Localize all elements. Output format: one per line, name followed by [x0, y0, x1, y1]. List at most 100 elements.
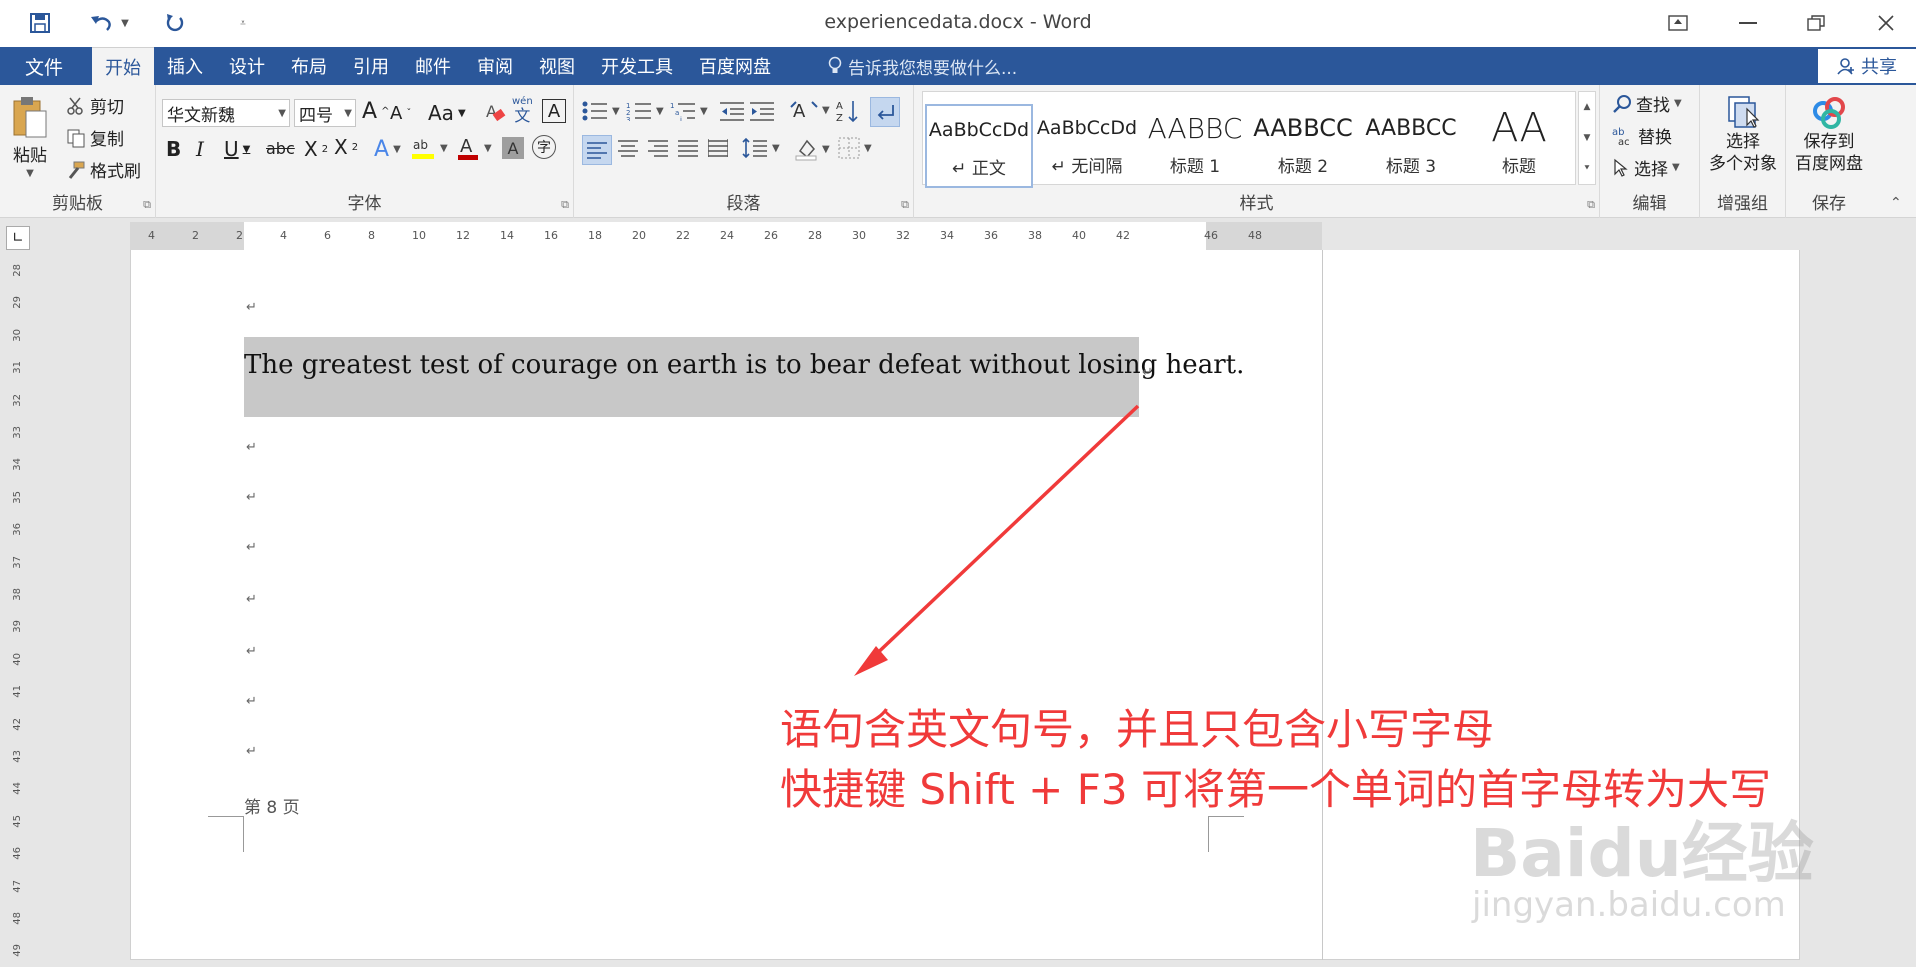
font-name-combo[interactable]: 华文新魏 ▼ — [162, 99, 290, 127]
align-right-icon[interactable] — [648, 139, 668, 157]
format-painter-button[interactable]: 格式刷 — [66, 157, 141, 182]
copy-button[interactable]: 复制 — [66, 125, 124, 150]
tab-view[interactable]: 视图 — [526, 47, 588, 85]
style-normal[interactable]: AaBbCcDd ↵ 正文 — [925, 104, 1033, 188]
sort-icon[interactable]: AZ — [836, 99, 860, 123]
style-no-spacing-name: ↵ 无间隔 — [1051, 157, 1123, 177]
superscript-icon[interactable]: X2 — [334, 135, 358, 159]
highlight-color-icon[interactable]: ab ▼ — [410, 135, 448, 161]
style-heading-1[interactable]: AABBC 标题 1 — [1141, 104, 1249, 188]
select-multiple-objects-button[interactable]: 选择 多个对象 — [1704, 93, 1782, 175]
italic-icon[interactable]: I — [196, 137, 204, 161]
align-center-icon[interactable] — [618, 139, 638, 157]
phonetic-guide-icon[interactable]: wén 文 — [512, 95, 533, 124]
line-spacing-icon[interactable]: ▼ — [742, 137, 780, 159]
clipboard-launcher-icon[interactable]: ⧉ — [143, 198, 151, 212]
style-no-spacing[interactable]: AaBbCcDd ↵ 无间隔 — [1033, 104, 1141, 188]
chinese-layout-icon[interactable]: A ▼ — [790, 99, 830, 121]
distributed-icon[interactable] — [708, 139, 728, 157]
borders-icon[interactable]: ▼ — [838, 137, 872, 159]
tab-developer[interactable]: 开发工具 — [588, 47, 686, 85]
font-color-icon[interactable]: A ▼ — [456, 135, 492, 161]
tab-baidu-netdisk[interactable]: 百度网盘 — [686, 47, 784, 85]
paragraph-mark: ↵ — [246, 592, 257, 607]
ribbon-display-icon[interactable] — [1658, 6, 1698, 40]
document-sentence[interactable]: The greatest test of courage on earth is… — [244, 350, 1244, 380]
font-name-dropdown-icon[interactable]: ▼ — [278, 108, 286, 119]
minimize-icon[interactable] — [1728, 6, 1768, 40]
font-launcher-icon[interactable]: ⧉ — [561, 198, 569, 212]
style-gallery-scroll[interactable]: ▲ ▼ ⯆ — [1578, 91, 1596, 185]
grow-font-icon[interactable]: A ^ — [362, 99, 389, 124]
ruler-tick-label: 43 — [12, 750, 23, 763]
ribbon-tab-bar: 文件 开始 插入 设计 布局 引用 邮件 审阅 视图 开发工具 百度网盘 告诉我… — [0, 47, 1916, 85]
change-case-icon[interactable]: Aa ▼ — [428, 101, 466, 125]
close-icon[interactable] — [1866, 6, 1906, 40]
crop-mark — [1208, 816, 1244, 852]
tab-home[interactable]: 开始 — [92, 47, 154, 85]
paragraph-mark: ↵ — [246, 300, 257, 315]
decrease-indent-icon[interactable] — [720, 101, 744, 121]
ruler-tick-label: 18 — [588, 229, 602, 242]
ruler-tick-label: 34 — [940, 229, 954, 242]
underline-icon[interactable]: U ▼ — [224, 137, 250, 161]
font-size-dropdown-icon[interactable]: ▼ — [344, 108, 352, 119]
tab-selector-icon[interactable]: ∟ — [6, 226, 30, 250]
replace-button[interactable]: ab ac 替换 — [1612, 123, 1672, 149]
restore-icon[interactable] — [1796, 6, 1836, 40]
cursor-arrow-icon — [1612, 158, 1630, 178]
paragraph-launcher-icon[interactable]: ⧉ — [901, 198, 909, 212]
show-formatting-marks-icon[interactable] — [870, 97, 900, 127]
tab-references[interactable]: 引用 — [340, 47, 402, 85]
styles-launcher-icon[interactable]: ⧉ — [1587, 198, 1595, 212]
collapse-ribbon-icon[interactable]: ⌃ — [1890, 195, 1902, 211]
increase-indent-icon[interactable] — [750, 101, 774, 121]
scroll-up-icon[interactable]: ▲ — [1584, 102, 1591, 112]
style-title[interactable]: AA 标题 — [1465, 104, 1573, 188]
gallery-more-icon[interactable]: ⯆ — [1583, 164, 1590, 174]
bold-icon[interactable]: B — [166, 137, 181, 161]
tab-design[interactable]: 设计 — [216, 47, 278, 85]
numbering-icon[interactable]: 1 2 3 ▼ — [626, 101, 664, 121]
strikethrough-icon[interactable]: abc — [266, 139, 295, 158]
save-line1: 保存到 — [1803, 132, 1855, 152]
paragraph-group: ▼ 1 2 3 ▼ 1 a i ▼ A ▼ AZ ▼ ▼ ▼ 段落 ⧉ — [574, 85, 914, 218]
select-button[interactable]: 选择 ▼ — [1612, 155, 1680, 180]
paste-button[interactable]: 粘贴 ▼ — [10, 95, 50, 179]
font-size-combo[interactable]: 四号 ▼ — [294, 99, 356, 127]
text-effects-icon[interactable]: A ▼ — [374, 137, 401, 162]
ruler-tick-label: 6 — [324, 229, 331, 242]
tab-review[interactable]: 审阅 — [464, 47, 526, 85]
character-shading-icon[interactable]: A — [502, 137, 524, 159]
multilevel-list-icon[interactable]: 1 a i ▼ — [670, 101, 708, 121]
svg-text:a: a — [675, 109, 679, 117]
tab-mailings[interactable]: 邮件 — [402, 47, 464, 85]
justify-icon[interactable] — [678, 139, 698, 157]
tab-layout[interactable]: 布局 — [278, 47, 340, 85]
svg-text:i: i — [680, 116, 682, 121]
save-to-netdisk-button[interactable]: 保存到 百度网盘 — [1788, 93, 1870, 175]
enclose-characters-icon[interactable]: 字 — [532, 135, 556, 159]
tab-insert[interactable]: 插入 — [154, 47, 216, 85]
style-heading-3[interactable]: AABBCC 标题 3 — [1357, 104, 1465, 188]
find-button[interactable]: 查找 ▼ — [1612, 91, 1682, 116]
ruler-tick-label: 32 — [896, 229, 910, 242]
style-title-name: 标题 — [1502, 157, 1536, 177]
share-button[interactable]: 共享 — [1818, 49, 1916, 83]
clear-formatting-icon[interactable]: A — [484, 101, 506, 123]
font-group: 华文新魏 ▼ 四号 ▼ A ^ Aˇ Aa ▼ A wén 文 A B I U ▼ ab… — [156, 85, 574, 218]
tell-me-text: 告诉我您想要做什么... — [848, 58, 1018, 79]
scroll-down-icon[interactable]: ▼ — [1584, 133, 1591, 143]
paragraph-mark: ↵ — [246, 440, 257, 455]
style-heading-2[interactable]: AABBCC 标题 2 — [1249, 104, 1357, 188]
shrink-font-icon[interactable]: Aˇ — [390, 103, 411, 124]
shading-icon[interactable]: ▼ — [794, 137, 830, 161]
bullets-icon[interactable]: ▼ — [582, 101, 620, 121]
character-border-icon[interactable]: A — [542, 99, 566, 123]
ruler-tick-label: 10 — [412, 229, 426, 242]
align-left-icon[interactable] — [582, 135, 612, 165]
cut-button[interactable]: 剪切 — [66, 93, 124, 118]
tab-file[interactable]: 文件 — [0, 47, 88, 85]
tell-me-box[interactable]: 告诉我您想要做什么... — [828, 47, 1017, 85]
subscript-icon[interactable]: X2 — [304, 137, 328, 161]
